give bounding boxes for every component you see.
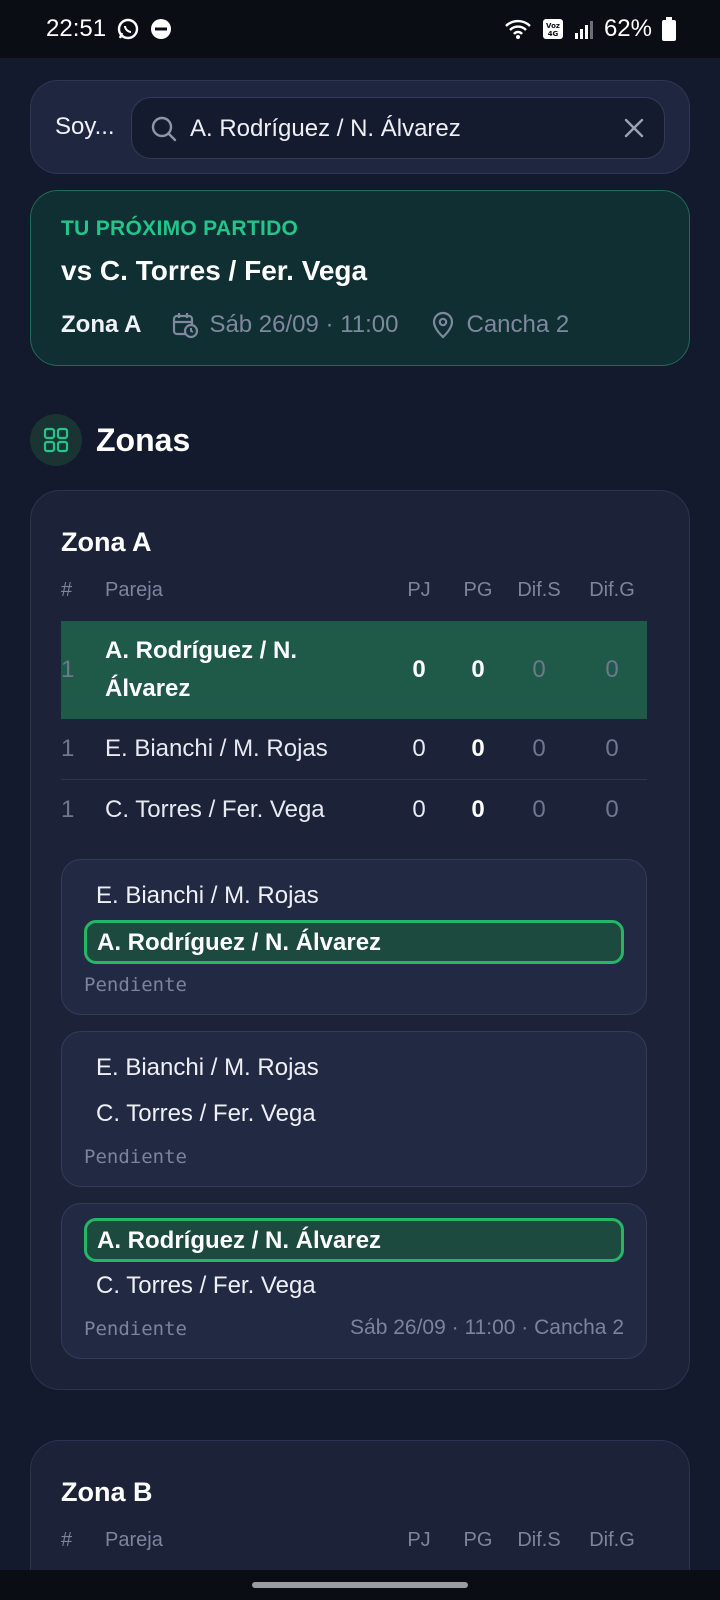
next-match-meta: Zona A Sáb 26/09 · 11:00 Cancha 2: [61, 311, 569, 339]
table-row[interactable]: 1 E. Bianchi / M. Rojas 0 0 0 0: [61, 719, 647, 779]
zone-title: Zona B: [61, 1477, 153, 1507]
header-pair: Pareja: [105, 1529, 163, 1551]
calendar-clock-icon: [171, 311, 199, 339]
header-dif-g: Dif.G: [589, 1529, 635, 1551]
battery-percent: 62%: [603, 15, 652, 42]
header-pj: PJ: [407, 1529, 431, 1551]
header-dif-s: Dif.S: [517, 1529, 561, 1551]
header-pg: PG: [463, 579, 493, 601]
match-team-mine: A. Rodríguez / N. Álvarez: [84, 1218, 624, 1262]
next-match-opponent: vs C. Torres / Fer. Vega: [61, 255, 368, 286]
whatsapp-icon: [116, 17, 140, 41]
header-position: #: [61, 1529, 73, 1551]
navigation-bar: [0, 1570, 720, 1600]
match-schedule: Sáb 26/09 · 11:00 · Cancha 2: [350, 1316, 624, 1339]
standings-header: # Pareja PJ PG Dif.S Dif.G: [61, 579, 661, 615]
match-card[interactable]: E. Bianchi / M. Rojas A. Rodríguez / N. …: [61, 859, 647, 1015]
row-dif-s: 0: [532, 796, 546, 823]
header-pair: Pareja: [105, 579, 163, 601]
section-title: Zonas: [96, 421, 191, 458]
match-card[interactable]: E. Bianchi / M. Rojas C. Torres / Fer. V…: [61, 1031, 647, 1187]
row-dif-g: 0: [605, 656, 619, 683]
match-status: Pendiente: [84, 974, 187, 996]
standings-header: # Pareja PJ PG Dif.S Dif.G: [61, 1529, 661, 1565]
status-bar: 22:51 Voz 4G 62%: [0, 0, 720, 58]
signal-icon: [574, 19, 594, 39]
match-team-mine: A. Rodríguez / N. Álvarez: [84, 920, 624, 964]
zone-card-a: Zona A # Pareja PJ PG Dif.S Dif.G 1 A. R…: [30, 490, 690, 1390]
battery-icon: [662, 17, 676, 41]
svg-text:4G: 4G: [548, 30, 559, 38]
row-pair: E. Bianchi / M. Rojas: [105, 735, 328, 762]
next-match-datetime: Sáb 26/09 · 11:00: [209, 311, 399, 338]
row-pg: 0: [471, 735, 485, 762]
row-pj: 0: [412, 656, 426, 683]
row-position: 1: [61, 796, 75, 823]
next-match-label: TU PRÓXIMO PARTIDO: [61, 217, 299, 240]
header-pg: PG: [463, 1529, 493, 1551]
search-icon: [150, 115, 178, 148]
row-dif-g: 0: [605, 735, 619, 762]
zones-section-header: Zonas: [30, 414, 190, 466]
row-pair: C. Torres / Fer. Vega: [105, 796, 325, 823]
header-dif-g: Dif.G: [589, 579, 635, 601]
svg-text:Voz: Voz: [546, 22, 560, 30]
match-team: C. Torres / Fer. Vega: [96, 1272, 316, 1299]
row-pj: 0: [412, 796, 426, 823]
match-status: Pendiente: [84, 1146, 187, 1168]
header-pj: PJ: [407, 579, 431, 601]
row-pair: A. Rodríguez / N. Álvarez: [105, 637, 297, 702]
status-time: 22:51: [46, 15, 107, 42]
next-match-zone: Zona A: [61, 311, 142, 338]
row-pg: 0: [471, 656, 485, 683]
clear-search-icon[interactable]: [622, 116, 646, 145]
match-team: C. Torres / Fer. Vega: [96, 1100, 316, 1127]
row-dif-s: 0: [532, 735, 546, 762]
page-content: Soy... TU PRÓXIMO PARTIDO vs C. Torres /…: [0, 58, 720, 1600]
volte-4g-icon: Voz 4G: [542, 18, 564, 40]
row-position: 1: [61, 735, 75, 762]
player-selector-card: Soy...: [30, 80, 690, 174]
next-match-card[interactable]: TU PRÓXIMO PARTIDO vs C. Torres / Fer. V…: [30, 190, 690, 366]
header-position: #: [61, 579, 73, 601]
row-pj: 0: [412, 735, 426, 762]
table-row[interactable]: 1 C. Torres / Fer. Vega 0 0 0 0: [61, 780, 647, 840]
row-position: 1: [61, 656, 75, 683]
player-search-box[interactable]: [131, 97, 665, 159]
table-row-highlighted[interactable]: 1 A. Rodríguez / N. Álvarez 0 0 0 0: [61, 621, 647, 719]
zone-title: Zona A: [61, 527, 152, 557]
home-gesture-handle[interactable]: [252, 1582, 468, 1588]
match-team: E. Bianchi / M. Rojas: [96, 1054, 319, 1081]
do-not-disturb-icon: [150, 18, 172, 40]
row-dif-g: 0: [605, 796, 619, 823]
location-pin-icon: [430, 311, 456, 339]
match-team: E. Bianchi / M. Rojas: [96, 882, 319, 909]
match-card[interactable]: A. Rodríguez / N. Álvarez C. Torres / Fe…: [61, 1203, 647, 1359]
header-dif-s: Dif.S: [517, 579, 561, 601]
player-search-input[interactable]: [190, 112, 590, 146]
match-status: Pendiente: [84, 1318, 187, 1340]
player-selector-label: Soy...: [55, 113, 115, 140]
row-dif-s: 0: [532, 656, 546, 683]
wifi-icon: [504, 18, 532, 40]
row-pg: 0: [471, 796, 485, 823]
grid-icon: [30, 414, 82, 466]
next-match-court: Cancha 2: [466, 311, 570, 338]
